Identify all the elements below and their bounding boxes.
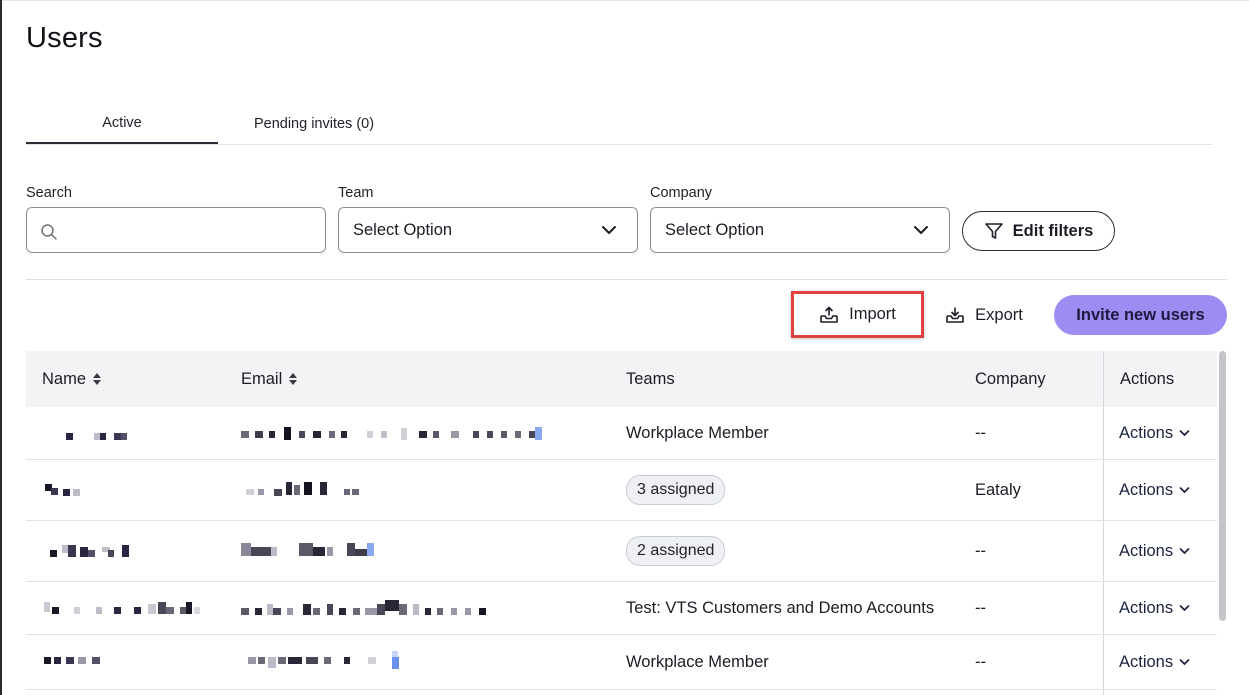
redacted-email (241, 600, 489, 616)
row-company: -- (975, 541, 986, 560)
row-company: Eataly (975, 480, 1021, 499)
chevron-down-icon (602, 226, 616, 234)
table-row: Workplace Member -- Actions (26, 407, 1217, 460)
row-actions-dropdown[interactable]: Actions (1119, 521, 1190, 581)
column-email-header[interactable]: Email (241, 351, 298, 407)
table-row: Test: VTS Customers and Demo Accounts --… (26, 582, 1217, 635)
redacted-email (241, 427, 543, 440)
users-table: Name Email Teams Company Actions Workpla… (26, 351, 1217, 695)
redacted-name (45, 484, 85, 496)
import-button[interactable]: Import (791, 291, 924, 338)
chevron-down-icon (1179, 659, 1190, 666)
team-label: Team (338, 185, 374, 201)
row-actions-label: Actions (1119, 541, 1174, 560)
chevron-down-icon (1179, 430, 1190, 437)
search-field[interactable] (26, 207, 326, 253)
row-actions-dropdown[interactable]: Actions (1119, 582, 1190, 634)
chevron-down-icon (1179, 548, 1190, 555)
company-select[interactable]: Select Option (650, 207, 950, 253)
row-actions-label: Actions (1119, 423, 1174, 442)
tab-pending-invites[interactable]: Pending invites (0) (218, 104, 410, 143)
teams-text: Test: VTS Customers and Demo Accounts (626, 598, 935, 617)
row-teams: Workplace Member (626, 407, 769, 459)
row-company: -- (975, 652, 986, 671)
table-row: 2 assigned -- Actions (26, 521, 1217, 582)
redacted-name (50, 545, 130, 557)
company-select-value: Select Option (665, 221, 765, 239)
column-email-label: Email (241, 369, 283, 388)
teams-assigned-chip[interactable]: 2 assigned (626, 536, 726, 566)
row-teams: 3 assigned (626, 460, 726, 520)
row-company: -- (975, 598, 986, 617)
row-actions-label: Actions (1119, 598, 1174, 617)
redacted-name (44, 657, 102, 664)
chevron-down-icon (1179, 487, 1190, 494)
upload-icon (820, 306, 838, 323)
edit-filters-button[interactable]: Edit filters (962, 211, 1115, 251)
download-icon (946, 307, 964, 323)
teams-text: Workplace Member (626, 423, 769, 442)
column-teams-header: Teams (626, 369, 675, 388)
row-actions-label: Actions (1119, 652, 1174, 671)
redacted-email (248, 651, 399, 669)
row-actions-dropdown[interactable]: Actions (1119, 407, 1190, 459)
search-input[interactable] (71, 216, 315, 246)
export-label: Export (975, 305, 1023, 324)
row-company: -- (975, 423, 986, 442)
search-label: Search (26, 185, 72, 201)
redacted-email (241, 543, 375, 557)
window-top-border (2, 0, 1249, 1)
import-label: Import (849, 305, 896, 323)
column-name-header[interactable]: Name (42, 351, 102, 407)
column-company-header: Company (975, 369, 1046, 388)
team-select-value: Select Option (353, 221, 453, 239)
row-actions-dropdown[interactable]: Actions (1119, 635, 1190, 689)
teams-assigned-chip[interactable]: 3 assigned (626, 475, 726, 505)
table-scrollbar[interactable] (1219, 351, 1226, 621)
table-header: Name Email Teams Company Actions (26, 351, 1217, 407)
redacted-email (246, 482, 371, 496)
redacted-name (66, 433, 128, 440)
row-teams: Workplace Member (626, 635, 769, 689)
team-select[interactable]: Select Option (338, 207, 638, 253)
page-title: Users (26, 22, 103, 54)
section-divider (26, 279, 1227, 280)
chevron-down-icon (1179, 605, 1190, 612)
company-label: Company (650, 185, 713, 201)
row-teams: 2 assigned (626, 521, 726, 581)
column-name-label: Name (42, 369, 87, 388)
edit-filters-label: Edit filters (1012, 221, 1094, 240)
row-actions-label: Actions (1119, 480, 1174, 499)
chevron-down-icon (914, 226, 928, 234)
table-row: 3 assigned Eataly Actions (26, 460, 1217, 521)
table-row: Workplace Member -- Actions (26, 635, 1217, 690)
tab-active[interactable]: Active (26, 104, 218, 144)
tab-bar: Active Pending invites (0) (26, 104, 1213, 145)
redacted-name (44, 602, 200, 614)
sort-icon (93, 373, 102, 385)
window-left-border (0, 0, 2, 695)
invite-new-users-button[interactable]: Invite new users (1054, 295, 1227, 335)
sort-icon (289, 373, 298, 385)
filter-icon (984, 223, 1003, 239)
teams-text: Workplace Member (626, 652, 769, 671)
search-icon (41, 224, 57, 240)
row-teams: Test: VTS Customers and Demo Accounts (626, 582, 934, 634)
row-actions-dropdown[interactable]: Actions (1119, 460, 1190, 520)
export-button[interactable]: Export (940, 297, 1028, 333)
